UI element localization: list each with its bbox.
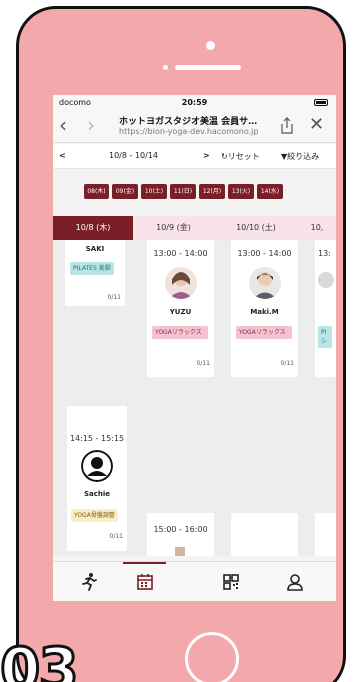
- runner-icon[interactable]: [79, 572, 99, 592]
- reservation-count: 0/11: [280, 360, 294, 367]
- lesson-tag: PI シ: [318, 326, 332, 348]
- avatar: [248, 267, 281, 299]
- lesson-card[interactable]: [231, 513, 298, 556]
- tab-bar: [53, 561, 336, 601]
- stage: docomo 20:59 ‹ › ホットヨガスタジオ美温 会員サ… https:…: [0, 0, 361, 682]
- qr-icon[interactable]: [221, 572, 241, 592]
- filter-label: 絞り込み: [287, 152, 320, 161]
- forward-icon[interactable]: ›: [87, 115, 95, 135]
- lesson-time: 14:15 - 15:15: [69, 434, 125, 443]
- status-bar: docomo 20:59: [53, 95, 336, 111]
- lesson-card[interactable]: 13:00 - 14:00 Maki.M YOGAリラックス 0/11: [231, 240, 298, 377]
- lesson-tag: YOGA骨盤調整: [71, 509, 118, 522]
- lesson-time: 13:00 - 14:00: [237, 249, 292, 258]
- step-number: 03: [0, 635, 80, 682]
- day-pill[interactable]: 13(火): [228, 184, 254, 199]
- avatar: [175, 547, 185, 556]
- lesson-card[interactable]: 13: PI シ: [315, 240, 336, 377]
- column-header[interactable]: 10/9 (金): [133, 216, 214, 240]
- day-pill[interactable]: 11(日): [170, 184, 196, 199]
- day-pill[interactable]: 08(木): [84, 184, 109, 199]
- day-pill[interactable]: 14(水): [257, 184, 283, 199]
- avatar: [318, 272, 334, 288]
- week-toolbar: < 10/8 - 10/14 > ↻リセット ▼絞り込み: [53, 144, 336, 169]
- column-header[interactable]: 10,: [298, 216, 336, 240]
- browser-bar: ‹ › ホットヨガスタジオ美温 会員サ… https://bion-yoga-d…: [53, 111, 336, 143]
- lesson-card[interactable]: SAKI PILATES 美脚 0/11: [65, 240, 125, 306]
- lesson-card[interactable]: 15:00 - 16:00: [147, 513, 214, 556]
- share-icon[interactable]: [279, 117, 295, 135]
- reset-icon: ↻: [221, 152, 228, 161]
- speaker: [163, 65, 243, 70]
- reset-label: リセット: [227, 152, 260, 161]
- phone-screen: docomo 20:59 ‹ › ホットヨガスタジオ美温 会員サ… https:…: [53, 95, 336, 601]
- day-selector: 08(木) 09(金) 10(土) 11(日) 12(月) 13(火) 14(水…: [53, 170, 336, 216]
- instructor-name: YUZU: [169, 308, 192, 316]
- reset-button[interactable]: ↻リセット: [221, 151, 260, 162]
- calendar-icon[interactable]: [135, 572, 155, 592]
- lesson-tag: YOGAリラックス: [152, 326, 208, 339]
- column-header-active[interactable]: 10/8 (木): [53, 216, 133, 240]
- lesson-time: 13:00 - 14:00: [153, 249, 208, 258]
- day-pill[interactable]: 12(月): [199, 184, 225, 199]
- day-pill[interactable]: 09(金): [112, 184, 138, 199]
- column-header[interactable]: 10/10 (土): [214, 216, 298, 240]
- close-icon[interactable]: ✕: [309, 116, 324, 134]
- lesson-tag: YOGAリラックス: [236, 326, 292, 339]
- reservation-count: 0/11: [196, 360, 210, 367]
- lesson-time: 13:: [318, 249, 331, 258]
- instructor-name: Sachie: [83, 490, 111, 498]
- avatar: [164, 267, 197, 299]
- site-title: ホットヨガスタジオ美温 会員サ…: [119, 117, 258, 127]
- instructor-name: SAKI: [85, 245, 105, 253]
- schedule-grid: 10/8 (木) 10/9 (金) 10/10 (土) 10, SAKI PIL…: [53, 216, 336, 556]
- camera-dot: [206, 41, 215, 50]
- home-button[interactable]: [185, 632, 239, 682]
- reservation-count: 0/11: [109, 533, 123, 540]
- next-week-button[interactable]: >: [203, 151, 210, 160]
- tab-indicator: [123, 562, 166, 564]
- lesson-card[interactable]: 14:15 - 15:15 Sachie YOGA骨盤調整 0/11: [67, 406, 127, 551]
- week-range: 10/8 - 10/14: [109, 151, 158, 160]
- lesson-card[interactable]: 13:00 - 14:00 YUZU YOGAリラックス 0/11: [147, 240, 214, 377]
- lesson-time: 15:00 - 16:00: [153, 525, 208, 534]
- clock: 20:59: [181, 98, 208, 107]
- avatar-placeholder-icon: [81, 450, 113, 482]
- lesson-card[interactable]: [315, 513, 336, 556]
- back-icon[interactable]: ‹: [59, 115, 67, 135]
- prev-week-button[interactable]: <: [59, 151, 66, 160]
- instructor-name: Maki.M: [250, 308, 279, 316]
- filter-button[interactable]: ▼絞り込み: [281, 151, 319, 162]
- reservation-count: 0/11: [107, 294, 121, 301]
- user-icon[interactable]: [285, 572, 305, 592]
- site-url: https://bion-yoga-dev.hacomono.jp: [119, 127, 259, 136]
- day-pill[interactable]: 10(土): [141, 184, 167, 199]
- battery-icon: [314, 99, 328, 106]
- lesson-tag: PILATES 美脚: [70, 262, 114, 275]
